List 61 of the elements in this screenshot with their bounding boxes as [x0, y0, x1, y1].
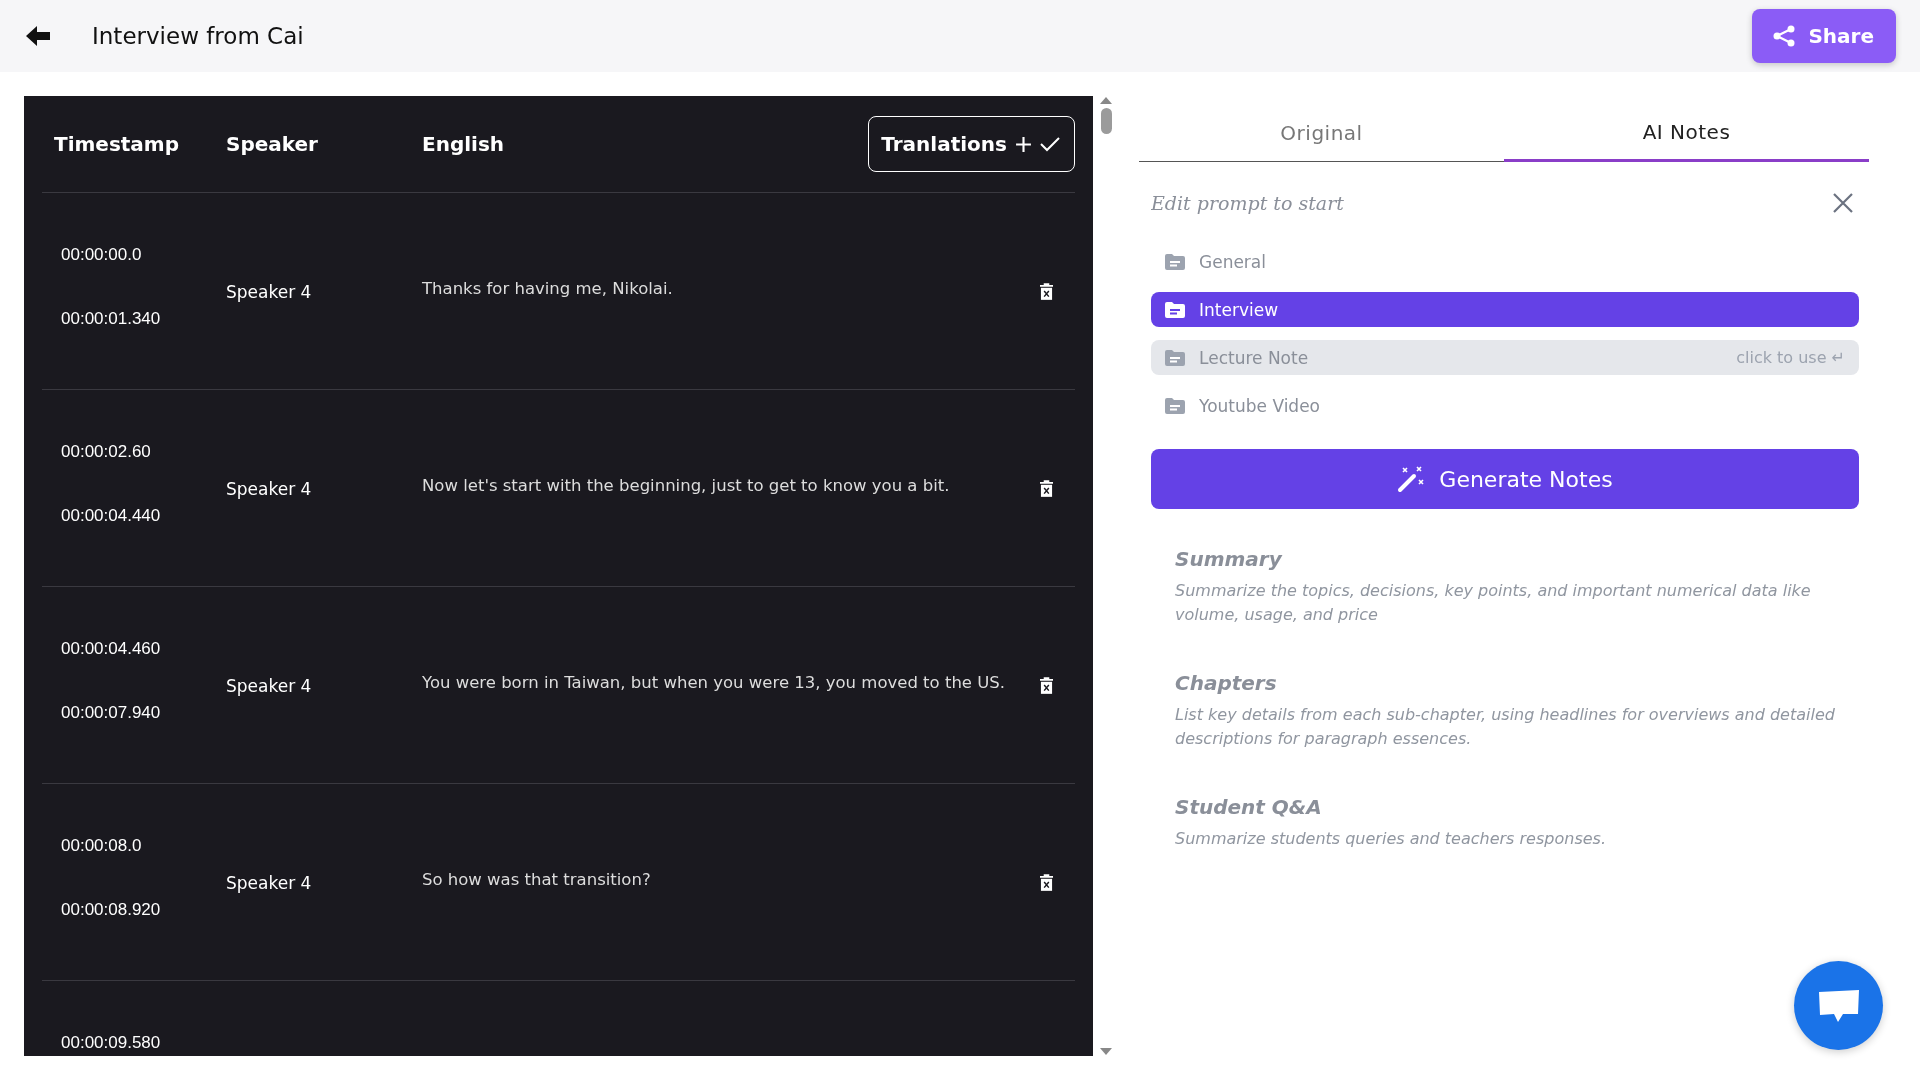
transcript-text: You were born in Taiwan, but when you were 13, you moved to the US.	[422, 672, 1007, 692]
folder-icon	[1165, 301, 1185, 318]
close-icon[interactable]	[1833, 193, 1853, 213]
end-time: 00:00:04.440	[61, 506, 162, 526]
scroll-up-icon[interactable]	[1100, 96, 1112, 104]
prompt-field[interactable]: Edit prompt to start	[1151, 184, 1833, 222]
column-header: Speaker	[226, 132, 319, 156]
template-label: Youtube Video	[1199, 395, 1322, 416]
share-button[interactable]: Share	[1752, 9, 1896, 63]
section-title: Chapters	[1175, 671, 1278, 695]
folder-icon	[1165, 349, 1185, 366]
magic-wand-icon	[1397, 465, 1426, 493]
plus-icon	[1015, 135, 1032, 153]
section-title: Student Q&A	[1175, 795, 1323, 819]
template-label: Lecture Note	[1199, 347, 1310, 368]
page-title: Interview from Cai	[92, 23, 305, 49]
folder-icon	[1165, 397, 1185, 414]
template-item[interactable]: General	[1151, 244, 1859, 279]
start-time: 00:00:00.0	[61, 245, 143, 265]
share-icon	[1772, 24, 1797, 48]
end-time: 00:00:07.940	[61, 703, 162, 723]
section-description: List key details from each sub-chapter, using headlines for overviews and detailed descriptions for paragraph essences.	[1175, 704, 1835, 750]
chat-button[interactable]	[1794, 961, 1883, 1050]
translations-button[interactable]: Tranlations	[868, 116, 1075, 172]
speaker-label: Speaker 4	[226, 676, 313, 696]
speech-bubble-icon	[1816, 987, 1861, 1024]
transcript-text: So how was that transition?	[422, 869, 652, 889]
transcript-text: Now let's start with the beginning, just to get to know you a bit.	[422, 475, 951, 495]
tab[interactable]: AI Notes	[1504, 104, 1869, 162]
tab[interactable]: Original	[1139, 104, 1504, 162]
trash-icon[interactable]	[1040, 676, 1053, 694]
template-item[interactable]: Interview	[1151, 292, 1859, 327]
checkmark-icon	[1040, 136, 1060, 152]
trash-icon[interactable]	[1040, 873, 1053, 891]
template-item[interactable]: Lecture Note click to use ↵	[1151, 340, 1859, 375]
column-header: English	[422, 132, 506, 156]
section-description: Summarize students queries and teachers responses.	[1175, 828, 1607, 850]
generate-notes-button[interactable]: Generate Notes	[1151, 449, 1859, 509]
template-label: Interview	[1199, 299, 1280, 320]
back-arrow-icon[interactable]	[26, 26, 50, 46]
template-label: General	[1199, 251, 1267, 272]
speaker-label: Speaker 4	[226, 873, 313, 893]
end-time: 00:00:01.340	[61, 309, 162, 329]
start-time: 00:00:08.0	[61, 836, 143, 856]
column-header: Timestamp	[54, 132, 181, 156]
template-item[interactable]: Youtube Video	[1151, 388, 1859, 423]
trash-icon[interactable]	[1040, 282, 1053, 300]
section-description: Summarize the topics, decisions, key points, and important numerical data like volume, usage, and price	[1175, 580, 1812, 626]
start-time: 00:00:04.460	[61, 639, 162, 659]
trash-icon[interactable]	[1040, 479, 1053, 497]
transcript-text: Thanks for having me, Nikolai.	[422, 278, 674, 298]
scroll-thumb[interactable]	[1100, 108, 1112, 134]
start-time: 00:00:02.60	[61, 442, 152, 462]
end-time: 00:00:08.920	[61, 900, 162, 920]
speaker-label: Speaker 4	[226, 282, 313, 302]
start-time: 00:00:09.580	[61, 1033, 162, 1053]
section-title: Summary	[1175, 547, 1284, 571]
hint-text: click to use ↵	[1736, 348, 1845, 367]
speaker-label: Speaker 4	[226, 479, 313, 499]
scroll-down-icon[interactable]	[1100, 1048, 1112, 1056]
folder-icon	[1165, 253, 1185, 270]
